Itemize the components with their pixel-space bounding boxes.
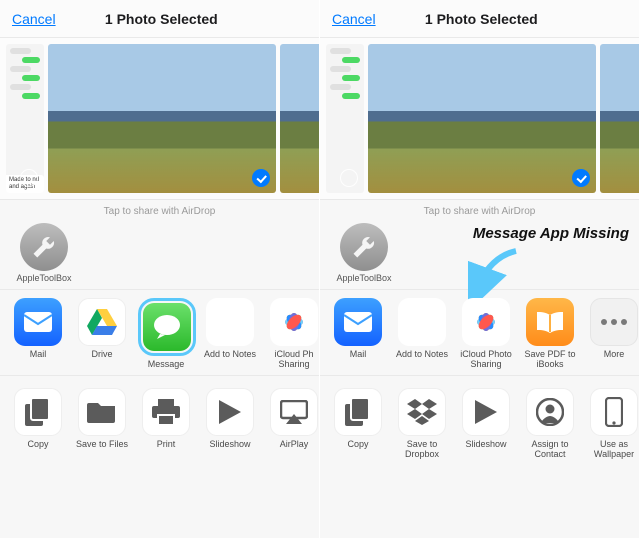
app-save-pdf-ibooks[interactable]: Save PDF to iBooks [522,298,578,369]
airdrop-contact[interactable]: AppleToolBox [14,223,74,283]
mail-icon [334,298,382,346]
phone-icon [590,388,638,436]
ibooks-icon [526,298,574,346]
airdrop-row: AppleToolBox Message App Missing [320,219,639,290]
print-icon [142,388,190,436]
app-label: Mail [330,349,386,359]
share-sheet-left: Cancel 1 Photo Selected Made to nd and a… [0,0,320,538]
action-label: Save to Dropbox [394,439,450,459]
app-drive[interactable]: Drive [74,298,130,369]
action-save-to-files[interactable]: Save to Files [74,388,130,449]
app-icloud-photo-sharing[interactable]: iCloud Ph Sharing [266,298,319,369]
thumbnail-next[interactable] [600,44,639,193]
app-mail[interactable]: Mail [330,298,386,369]
app-label: More [586,349,639,359]
airdrop-caption: Tap to share with AirDrop [320,200,639,219]
thumbnail-next[interactable] [280,44,319,193]
select-circle[interactable] [20,169,38,187]
action-label: Slideshow [202,439,258,449]
thumbnail-prev[interactable] [326,44,364,193]
mail-icon [14,298,62,346]
selected-check-icon[interactable] [252,169,270,187]
action-label: Use as Wallpaper [586,439,639,459]
action-save-to-dropbox[interactable]: Save to Dropbox [394,388,450,459]
wrench-icon [20,223,68,271]
annotation-text: Message App Missing [473,225,629,242]
actions-row[interactable]: Copy Save to Dropbox Slideshow Assign to… [320,376,639,465]
notes-icon [398,298,446,346]
action-assign-to-contact[interactable]: Assign to Contact [522,388,578,459]
airdrop-contact-label: AppleToolBox [14,273,74,283]
notes-icon [206,298,254,346]
share-apps-row[interactable]: Mail Add to Notes [320,290,639,376]
action-use-as-wallpaper[interactable]: Use as Wallpaper [586,388,639,459]
action-label: Assign to Contact [522,439,578,459]
action-label: Save to Files [74,439,130,449]
thumbnail-selected[interactable] [368,44,596,193]
play-icon [206,388,254,436]
app-label: Add to Notes [394,349,450,359]
contact-icon [526,388,574,436]
app-label: iCloud Photo Sharing [458,349,514,369]
app-label: Save PDF to iBooks [522,349,578,369]
app-label: iCloud Ph Sharing [266,349,319,369]
photo-strip[interactable]: Made to nd and again [0,38,319,200]
share-header: Cancel 1 Photo Selected [0,0,319,38]
action-label: Copy [330,439,386,449]
app-icloud-photo-sharing[interactable]: iCloud Photo Sharing [458,298,514,369]
app-label: Mail [10,349,66,359]
app-add-to-notes[interactable]: Add to Notes [202,298,258,369]
app-more[interactable]: More [586,298,639,369]
dropbox-icon [398,388,446,436]
share-header: Cancel 1 Photo Selected [320,0,639,38]
header-title: 1 Photo Selected [16,11,307,27]
photos-icon [462,298,510,346]
airplay-icon [270,388,318,436]
share-sheet-right: Cancel 1 Photo Selected Tap to share wit… [320,0,640,538]
wrench-icon [340,223,388,271]
app-message[interactable]: Message [138,298,194,369]
action-label: Copy [10,439,66,449]
app-add-to-notes[interactable]: Add to Notes [394,298,450,369]
action-slideshow[interactable]: Slideshow [202,388,258,449]
app-mail[interactable]: Mail [10,298,66,369]
airdrop-row: AppleToolBox [0,219,319,290]
copy-icon [334,388,382,436]
drive-icon [78,298,126,346]
action-slideshow[interactable]: Slideshow [458,388,514,459]
more-icon [590,298,638,346]
action-label: Slideshow [458,439,514,449]
app-label: Message [138,359,194,369]
action-copy[interactable]: Copy [330,388,386,459]
app-label: Add to Notes [202,349,258,359]
airdrop-contact-label: AppleToolBox [334,273,394,283]
airdrop-contact[interactable]: AppleToolBox [334,223,394,283]
app-label: Drive [74,349,130,359]
action-print[interactable]: Print [138,388,194,449]
select-circle[interactable] [340,169,358,187]
share-apps-row[interactable]: Mail Drive Message Add to Notes [0,290,319,376]
photos-icon [270,298,318,346]
action-copy[interactable]: Copy [10,388,66,449]
action-label: AirPlay [266,439,319,449]
thumbnail-prev[interactable]: Made to nd and again [6,44,44,193]
photo-strip[interactable] [320,38,639,200]
header-title: 1 Photo Selected [336,11,627,27]
play-icon [462,388,510,436]
selected-check-icon[interactable] [572,169,590,187]
message-icon [143,303,191,351]
folder-icon [78,388,126,436]
thumbnail-selected[interactable] [48,44,276,193]
action-airplay[interactable]: AirPlay [266,388,319,449]
copy-icon [14,388,62,436]
actions-row[interactable]: Copy Save to Files Print Slideshow AirPl… [0,376,319,455]
airdrop-caption: Tap to share with AirDrop [0,200,319,219]
action-label: Print [138,439,194,449]
